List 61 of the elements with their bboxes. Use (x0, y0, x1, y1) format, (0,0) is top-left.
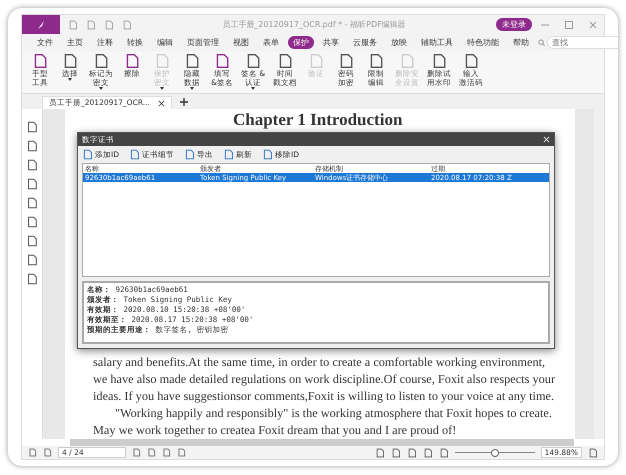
document-icon (93, 53, 109, 69)
document-icon (184, 53, 200, 69)
body-text-line: May we work together to createa Foxit dream that you and I are proud of! (93, 422, 458, 439)
document-icon (223, 149, 234, 160)
document-icon (399, 53, 416, 69)
menu-tab[interactable]: 注释 (92, 36, 118, 49)
document-icon (26, 235, 38, 247)
menu-tab[interactable]: 文件 (32, 36, 58, 49)
document-icon (26, 159, 38, 171)
menu-tab[interactable]: 放映 (386, 36, 412, 49)
menu-tab[interactable]: 视图 (228, 36, 254, 49)
document-icon (368, 53, 384, 69)
menu-tab[interactable]: 编辑 (152, 36, 178, 49)
maximize-icon[interactable] (564, 20, 574, 30)
menu-tab[interactable]: 特色功能 (462, 36, 504, 49)
body-text-line: we have also made detailed regulations on work discipline.Of course, Foxit also respects your (93, 371, 556, 388)
search-field[interactable]: 查找 (547, 36, 618, 49)
slider-thumb[interactable] (490, 449, 499, 457)
document-icon (214, 53, 230, 69)
document-icon (129, 149, 140, 160)
document-icon (26, 197, 38, 209)
document-icon (26, 140, 38, 152)
menu-tab[interactable]: 保护 (288, 36, 314, 49)
menu-tab[interactable]: 转换 (122, 36, 148, 49)
document-icon (124, 53, 140, 69)
menu-tab[interactable]: 辅助工具 (416, 36, 458, 49)
window-title: 员工手册_20120917_OCR.pdf * - 福昕PDF编辑器 (221, 19, 407, 30)
document-icon (26, 178, 38, 190)
body-text-line: "Working happily and responsibly" is the working atmosphere that Foxit hopes to create. (114, 405, 553, 422)
body-text-line: ideas. If you have suggestionsor comments,Foxit is willing to listen to your voice at any time. (93, 388, 556, 405)
document-icon (308, 53, 324, 69)
document-icon (62, 53, 78, 69)
document-icon (245, 53, 262, 69)
menu-tab[interactable]: 帮助 (508, 36, 534, 49)
document-icon (184, 149, 195, 160)
menu-tab[interactable]: 云服务 (348, 36, 382, 49)
document-icon (338, 53, 354, 69)
body-text-line: salary and benefits.At the same time, in order to create a comfortable working environment, (93, 354, 546, 371)
document-icon (431, 53, 448, 69)
feather-icon (36, 20, 46, 30)
chapter-heading: Chapter 1 Introduction (233, 110, 404, 130)
document-icon (26, 121, 38, 133)
menu-tab[interactable]: 表单 (258, 36, 284, 49)
vertical-scrollbar[interactable] (594, 109, 604, 439)
menu-tab[interactable]: 共享 (318, 36, 344, 49)
horizontal-scrollbar[interactable] (70, 439, 574, 446)
document-icon (154, 53, 170, 69)
document-icon (26, 216, 38, 228)
document-icon (26, 254, 38, 266)
document-icon (277, 53, 294, 69)
document-icon (463, 53, 480, 69)
search-icon (538, 39, 545, 46)
menu-tab[interactable]: 主页 (62, 36, 88, 49)
document-icon (262, 149, 273, 160)
document-icon (82, 149, 93, 160)
plus-icon[interactable] (180, 98, 188, 106)
document-icon (32, 53, 48, 69)
close-icon[interactable] (158, 100, 165, 106)
document-icon (26, 273, 38, 285)
login-button[interactable]: 未登录 (496, 18, 532, 31)
menu-tab[interactable]: 页面管理 (182, 36, 224, 49)
